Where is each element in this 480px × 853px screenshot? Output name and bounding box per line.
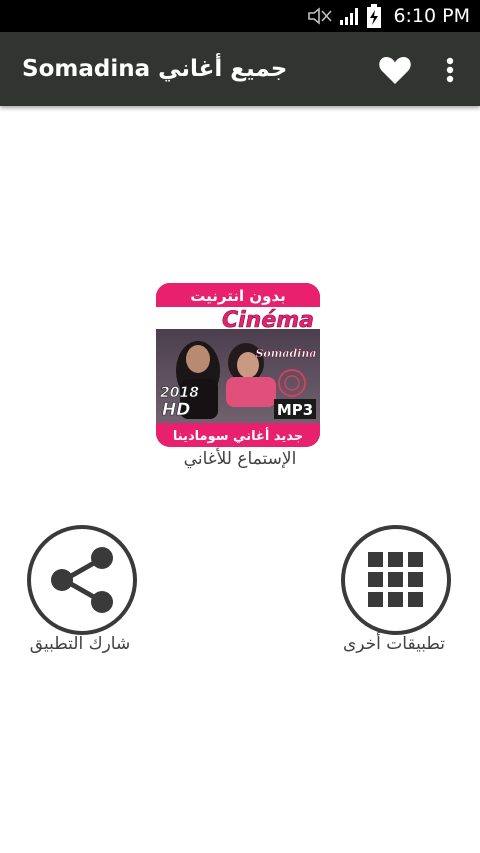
clock: 6:10 PM xyxy=(393,5,470,27)
app-bar: Somadina جميع أغاني xyxy=(0,32,480,106)
app-title: Somadina جميع أغاني xyxy=(22,56,288,82)
share-button-label: شارك التطبيق xyxy=(29,634,131,654)
tile-heading-text: Cinéma xyxy=(222,308,314,333)
tile-quality-text: HD xyxy=(162,400,190,420)
tile-brand-text: Somadina xyxy=(255,347,316,360)
mute-icon xyxy=(308,7,333,25)
signal-icon xyxy=(340,8,359,25)
featured-app-icon[interactable]: بدون انترنيت Cinéma Somadina 2018 HD MP3… xyxy=(156,283,320,447)
battery-charging-icon xyxy=(367,4,382,28)
app-artwork: بدون انترنيت Cinéma Somadina 2018 HD MP3… xyxy=(156,283,320,447)
grid-apps-icon xyxy=(368,552,423,607)
tile-bottom-banner-text: جديد أغاني سومادينا xyxy=(173,427,303,444)
share-button[interactable] xyxy=(27,525,137,635)
status-icons: 6:10 PM xyxy=(307,0,470,32)
tile-top-banner-text: بدون انترنيت xyxy=(190,287,286,305)
share-icon xyxy=(51,547,113,613)
overflow-menu-icon[interactable] xyxy=(438,54,462,86)
tile-year-text: 2018 xyxy=(160,385,199,401)
more-apps-button-label: تطبيقات أخرى xyxy=(342,634,446,654)
tile-format-text: MP3 xyxy=(277,401,313,419)
more-apps-button[interactable] xyxy=(341,525,451,635)
favorite-heart-icon[interactable] xyxy=(378,54,412,86)
featured-app-label: الإستماع للأغاني xyxy=(183,449,297,469)
status-bar: 6:10 PM xyxy=(0,0,480,32)
